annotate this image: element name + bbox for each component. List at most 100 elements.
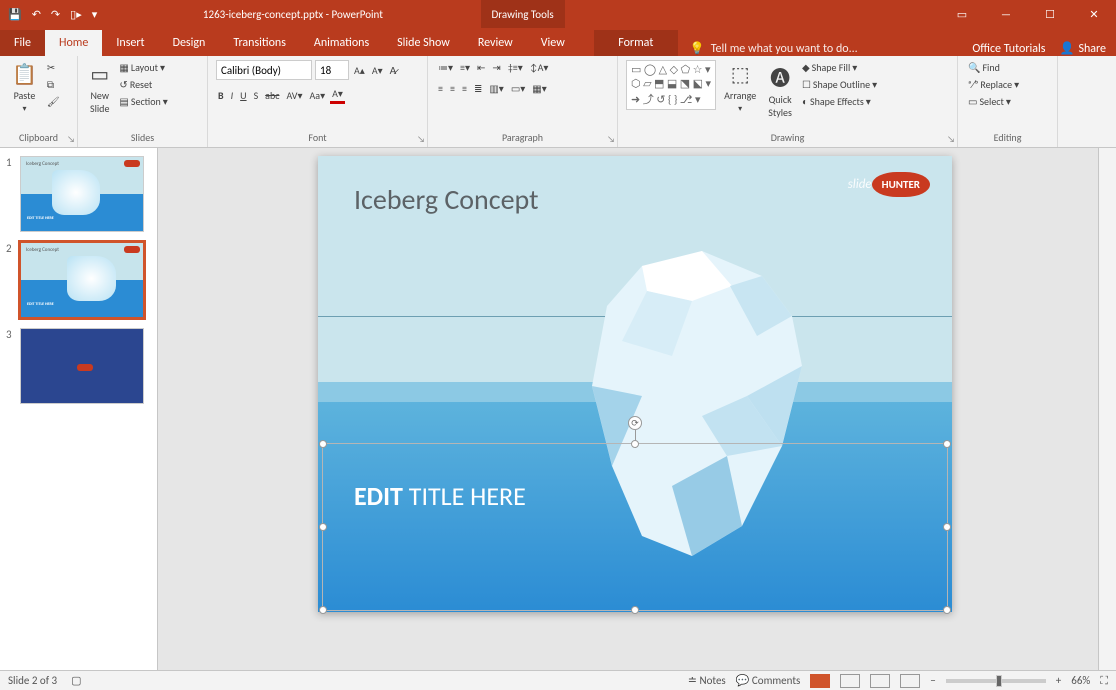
save-icon[interactable]: 💾 — [8, 8, 22, 21]
align-center-button[interactable]: ≡ — [448, 81, 457, 96]
indent-right-button[interactable]: ⇥ — [490, 60, 502, 75]
vertical-scrollbar[interactable] — [1098, 148, 1116, 670]
slide-canvas[interactable]: Iceberg Concept slide HUNTER ⟳ — [158, 148, 1098, 670]
tab-review[interactable]: Review — [464, 30, 527, 56]
bullets-button[interactable]: ≔▾ — [436, 60, 455, 75]
share-button[interactable]: 👤 Share — [1059, 41, 1106, 56]
spell-check-icon[interactable]: ▢ — [71, 674, 81, 687]
bold-button[interactable]: B — [216, 88, 226, 103]
tell-me-input[interactable]: 💡 Tell me what you want to do... — [678, 41, 973, 56]
clear-format-button[interactable]: A̷ — [388, 63, 399, 78]
font-color-button[interactable]: A▾ — [330, 86, 345, 104]
shape-gallery[interactable]: ▭ ◯ △ ◇ ⬠ ☆ ▾ ⬡ ▱ ⬒ ⬓ ⬔ ⬕ ▾ ➜ ⤴ ↺ { } ⎇ … — [626, 60, 716, 110]
undo-icon[interactable]: ↶ — [32, 8, 41, 21]
slide-thumbnail-2[interactable]: Iceberg Concept EDIT TITLE HERE — [20, 242, 144, 318]
align-text-button[interactable]: ▭▾ — [509, 81, 527, 96]
redo-icon[interactable]: ↷ — [51, 8, 60, 21]
layout-button[interactable]: ▦ Layout ▾ — [117, 60, 169, 75]
font-size-select[interactable] — [315, 60, 349, 80]
paste-button[interactable]: 📋 Paste ▾ — [8, 60, 41, 116]
tab-file[interactable]: File — [0, 30, 45, 56]
justify-button[interactable]: ≣ — [472, 81, 484, 96]
shape-fill-button[interactable]: ◆ Shape Fill ▾ — [800, 60, 879, 75]
cut-button[interactable]: ✂ — [45, 60, 62, 75]
tab-view[interactable]: View — [527, 30, 579, 56]
paragraph-dialog-launcher[interactable]: ↘ — [607, 134, 615, 145]
tab-insert[interactable]: Insert — [102, 30, 158, 56]
office-tutorials-link[interactable]: Office Tutorials — [972, 42, 1045, 56]
find-button[interactable]: 🔍 Find — [966, 60, 1002, 75]
format-painter-button[interactable]: 🖌 — [45, 94, 62, 109]
zoom-level[interactable]: 66% — [1071, 674, 1090, 687]
replace-button[interactable]: ᵃ⁄ᵇ Replace ▾ — [966, 77, 1021, 92]
font-dialog-launcher[interactable]: ↘ — [417, 134, 425, 145]
indent-left-button[interactable]: ⇤ — [475, 60, 487, 75]
bulb-icon: 💡 — [690, 41, 705, 56]
case-button[interactable]: Aa▾ — [308, 88, 328, 103]
minimize-icon[interactable]: — — [984, 0, 1028, 28]
copy-button[interactable]: ⧉ — [45, 77, 62, 92]
tab-transitions[interactable]: Transitions — [219, 30, 300, 56]
resize-handle-nw[interactable] — [319, 440, 327, 448]
reading-view-button[interactable] — [870, 674, 890, 688]
slide-thumbnail-1[interactable]: Iceberg Concept EDIT TITLE HERE — [20, 156, 144, 232]
resize-handle-e[interactable] — [943, 523, 951, 531]
grow-font-button[interactable]: A▴ — [352, 63, 367, 78]
tab-format[interactable]: Format — [594, 30, 678, 56]
qat-more-icon[interactable]: ▾ — [92, 8, 98, 21]
quick-styles-button[interactable]: 🅐Quick Styles — [764, 60, 796, 121]
arrange-button[interactable]: ⬚Arrange▾ — [720, 60, 760, 116]
normal-view-button[interactable] — [810, 674, 830, 688]
ribbon-options-icon[interactable]: ▭ — [940, 0, 984, 28]
font-family-select[interactable] — [216, 60, 312, 80]
section-button[interactable]: ▤ Section ▾ — [117, 94, 169, 109]
fit-to-window-button[interactable]: ⛶ — [1100, 674, 1108, 688]
smartart-button[interactable]: ▦▾ — [530, 81, 548, 96]
reset-button[interactable]: ↺ Reset — [117, 77, 169, 92]
line-spacing-button[interactable]: ‡≡▾ — [506, 60, 525, 75]
slide[interactable]: Iceberg Concept slide HUNTER ⟳ — [318, 156, 952, 612]
spacing-button[interactable]: AV▾ — [284, 88, 304, 103]
slideshow-icon[interactable]: ▯▸ — [70, 8, 82, 21]
maximize-icon[interactable]: ☐ — [1028, 0, 1072, 28]
comments-button[interactable]: 💬 Comments — [736, 674, 801, 687]
resize-handle-se[interactable] — [943, 606, 951, 614]
resize-handle-w[interactable] — [319, 523, 327, 531]
resize-handle-n[interactable] — [631, 440, 639, 448]
slide-thumbnail-3[interactable] — [20, 328, 144, 404]
slide-thumbnails-panel[interactable]: 1 Iceberg Concept EDIT TITLE HERE 2 Iceb… — [0, 148, 158, 670]
tab-home[interactable]: Home — [45, 30, 102, 56]
text-direction-button[interactable]: ↕A▾ — [528, 60, 551, 75]
close-icon[interactable]: ✕ — [1072, 0, 1116, 28]
shadow-button[interactable]: S — [252, 88, 261, 103]
shape-outline-button[interactable]: ☐ Shape Outline ▾ — [800, 77, 879, 92]
align-right-button[interactable]: ≡ — [460, 81, 469, 96]
tab-design[interactable]: Design — [159, 30, 220, 56]
clipboard-dialog-launcher[interactable]: ↘ — [67, 134, 75, 145]
resize-handle-sw[interactable] — [319, 606, 327, 614]
underline-button[interactable]: U — [238, 88, 248, 103]
slideshow-view-button[interactable] — [900, 674, 920, 688]
resize-handle-s[interactable] — [631, 606, 639, 614]
shape-effects-button[interactable]: ◐ Shape Effects ▾ — [800, 94, 879, 109]
sorter-view-button[interactable] — [840, 674, 860, 688]
drawing-dialog-launcher[interactable]: ↘ — [947, 134, 955, 145]
zoom-in-button[interactable]: + — [1056, 674, 1061, 687]
italic-button[interactable]: I — [229, 88, 236, 103]
edit-title-placeholder[interactable]: EDIT TITLE HERE — [354, 480, 526, 512]
selection-box[interactable]: ⟳ — [322, 443, 948, 611]
align-left-button[interactable]: ≡ — [436, 81, 445, 96]
tab-slideshow[interactable]: Slide Show — [383, 30, 464, 56]
tab-animations[interactable]: Animations — [300, 30, 383, 56]
numbering-button[interactable]: ≡▾ — [458, 60, 472, 75]
notes-button[interactable]: ≐ Notes — [688, 674, 726, 687]
columns-button[interactable]: ▥▾ — [487, 81, 505, 96]
new-slide-button[interactable]: ▭ New Slide — [86, 60, 113, 117]
zoom-out-button[interactable]: − — [930, 674, 935, 687]
strike-button[interactable]: abc — [263, 88, 281, 103]
resize-handle-ne[interactable] — [943, 440, 951, 448]
select-button[interactable]: ▭ Select ▾ — [966, 94, 1013, 109]
slide-indicator[interactable]: Slide 2 of 3 — [8, 674, 57, 687]
zoom-slider[interactable] — [946, 679, 1046, 683]
shrink-font-button[interactable]: A▾ — [370, 63, 385, 78]
